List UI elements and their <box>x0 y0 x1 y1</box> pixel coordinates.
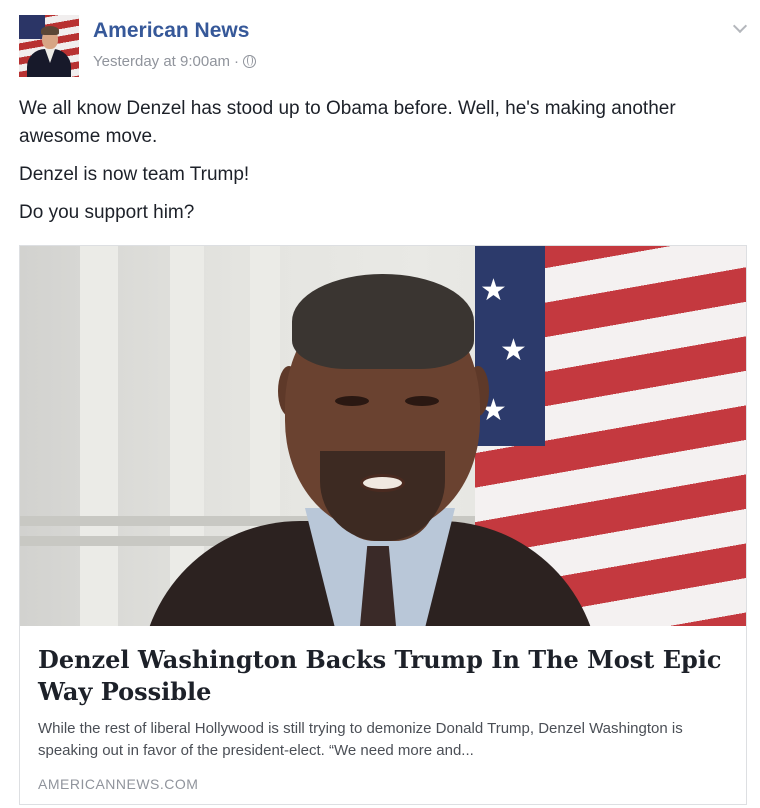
link-preview-image[interactable]: ★ ★ ★ <box>20 246 746 626</box>
person-eye <box>335 396 369 406</box>
person-eye <box>405 396 439 406</box>
person-photo <box>20 246 746 626</box>
page-avatar[interactable] <box>19 15 79 77</box>
post-paragraph: Denzel is now team Trump! <box>19 164 250 185</box>
post-paragraph: We all know Denzel has stood up to Obama… <box>19 98 676 147</box>
facebook-post: American News Yesterday at 9:00am · We a… <box>0 0 760 808</box>
avatar-hair <box>41 26 59 35</box>
person-hair <box>292 274 474 369</box>
meta-separator: · <box>234 53 240 70</box>
link-domain: AMERICANNEWS.COM <box>38 776 199 792</box>
post-paragraph: Do you support him? <box>19 202 195 223</box>
link-preview-card[interactable]: ★ ★ ★ Denzel Washington Backs Trump In T… <box>19 245 747 805</box>
post-timestamp[interactable]: Yesterday at 9:00am <box>93 53 230 70</box>
link-headline[interactable]: Denzel Washington Backs Trump In The Mos… <box>38 644 733 708</box>
post-text: We all know Denzel has stood up to Obama… <box>19 95 719 237</box>
globe-icon[interactable] <box>243 55 257 68</box>
link-description: While the rest of liberal Hollywood is s… <box>38 720 683 759</box>
page-name-link[interactable]: American News <box>93 19 249 43</box>
avatar-flag-canton <box>19 15 45 39</box>
post-meta: Yesterday at 9:00am · <box>93 53 257 70</box>
chevron-down-icon[interactable] <box>733 21 747 35</box>
person-mouth <box>360 474 405 492</box>
